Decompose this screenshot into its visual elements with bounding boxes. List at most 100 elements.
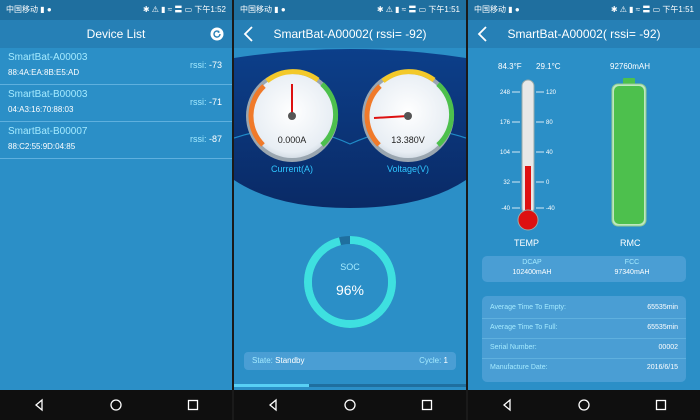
status-right: ✱ ⚠ ▮ ≈ 〓 ▭ 下午1:52: [142, 5, 226, 14]
header: SmartBat-A00002( rssi= -92): [234, 20, 466, 48]
home-nav-icon[interactable]: [577, 398, 591, 412]
dashboard-screen: 中国移动 ▮ ● ✱ ⚠ ▮ ≈ 〓 ▭ 下午1:51 SmartBat-A00…: [234, 0, 466, 420]
info-key: Average Time To Full:: [490, 324, 558, 331]
page-title: SmartBat-A00002( rssi= -92): [273, 27, 427, 41]
state-label: State:: [252, 356, 273, 365]
recents-nav-icon[interactable]: [186, 398, 200, 412]
therm-left-tick: 248: [500, 90, 511, 96]
rssi-label: rssi:: [189, 97, 207, 107]
info-key: Average Time To Empty:: [490, 304, 566, 311]
rssi-value: -71: [208, 97, 222, 107]
status-right: ✱ ⚠ ▮ ≈ 〓 ▭ 下午1:51: [610, 5, 694, 14]
device-mac: 04:A3:16:70:88:03: [8, 105, 74, 114]
page-title: Device List: [86, 27, 146, 41]
status-left: 中国移动 ▮ ●: [6, 5, 52, 14]
back-nav-icon[interactable]: [266, 398, 280, 412]
voltage-value: 13.380V: [391, 135, 425, 145]
current-label: Current(A): [271, 164, 313, 174]
therm-right-tick: 40: [546, 150, 553, 156]
status-left: 中国移动 ▮ ●: [240, 5, 286, 14]
cycle-label: Cycle:: [419, 356, 442, 365]
refresh-icon[interactable]: [210, 27, 224, 41]
back-arrow-icon[interactable]: [242, 25, 256, 43]
nav-bar: [0, 390, 232, 420]
info-list: Average Time To Empty: 65535min Average …: [482, 296, 686, 382]
back-nav-icon[interactable]: [500, 398, 514, 412]
page-title: SmartBat-A00002( rssi= -92): [507, 27, 661, 41]
page-indicator-fill: [234, 384, 309, 387]
rmc-value: 92760mAH: [610, 62, 651, 71]
back-nav-icon[interactable]: [32, 398, 46, 412]
back-arrow-icon[interactable]: [476, 25, 490, 43]
status-left: 中国移动 ▮ ●: [474, 5, 520, 14]
info-row: Serial Number: 00002: [482, 338, 686, 359]
therm-right-tick: 0: [546, 180, 550, 186]
device-rssi: rssi: -71: [190, 97, 222, 107]
rssi-value: -87: [208, 134, 222, 144]
status-right: ✱ ⚠ ▮ ≈ 〓 ▭ 下午1:51: [376, 5, 460, 14]
current-value: 0.000A: [278, 135, 307, 145]
device-name: SmartBat-A00003: [8, 52, 88, 63]
capacity-card: DCAP 102400mAH FCC 97340mAH: [482, 256, 686, 282]
info-row: Average Time To Empty: 65535min: [482, 298, 686, 319]
list-item[interactable]: SmartBat-B00003 04:A3:16:70:88:03 rssi: …: [0, 85, 232, 122]
device-list: SmartBat-A00003 88:4A:EA:8B:E5:AD rssi: …: [0, 48, 232, 159]
recents-nav-icon[interactable]: [654, 398, 668, 412]
info-value: 65535min: [647, 324, 678, 331]
list-item[interactable]: SmartBat-B00007 88:C2:55:9D:04:85 rssi: …: [0, 122, 232, 159]
device-name: SmartBat-B00003: [8, 89, 88, 100]
rmc-label: RMC: [620, 238, 641, 248]
therm-left-tick: -40: [501, 206, 510, 212]
home-nav-icon[interactable]: [343, 398, 357, 412]
header: Device List: [0, 20, 232, 48]
gauge-panel: 0.000A 13.380V Current(A) Voltage(V): [234, 49, 466, 208]
status-bar: 中国移动 ▮ ● ✱ ⚠ ▮ ≈ 〓 ▭ 下午1:51: [468, 0, 700, 20]
status-bar: 中国移动 ▮ ● ✱ ⚠ ▮ ≈ 〓 ▭ 下午1:52: [0, 0, 232, 20]
dcap-label: DCAP: [522, 259, 542, 266]
current-gauge: [246, 69, 339, 162]
screenshot-triptych: 中国移动 ▮ ● ✱ ⚠ ▮ ≈ 〓 ▭ 下午1:52 Device List …: [0, 0, 700, 420]
rssi-label: rssi:: [189, 134, 207, 144]
device-rssi: rssi: -73: [190, 60, 222, 70]
state-bar: State: Standby Cycle: 1: [244, 352, 456, 370]
info-value: 2016/6/15: [646, 364, 678, 371]
device-name: SmartBat-B00007: [8, 126, 88, 137]
therm-right-tick: 80: [546, 120, 553, 126]
temp-celsius: 29.1°C: [536, 62, 561, 71]
voltage-gauge: [362, 69, 455, 162]
info-value: 00002: [658, 344, 678, 351]
home-nav-icon[interactable]: [109, 398, 123, 412]
device-list-screen: 中国移动 ▮ ● ✱ ⚠ ▮ ≈ 〓 ▭ 下午1:52 Device List …: [0, 0, 232, 420]
dcap-value: 102400mAH: [512, 269, 552, 276]
therm-left-tick: 176: [500, 120, 511, 126]
temp-label: TEMP: [514, 238, 540, 248]
info-row: Average Time To Full: 65535min: [482, 318, 686, 339]
therm-right-tick: -40: [546, 206, 555, 212]
battery-fill: [614, 86, 644, 224]
page-indicator: [234, 384, 466, 387]
state-value: Standby: [275, 356, 305, 365]
soc-value: 96%: [335, 282, 365, 298]
nav-bar: [468, 390, 700, 420]
device-rssi: rssi: -87: [190, 134, 222, 144]
list-item[interactable]: SmartBat-A00003 88:4A:EA:8B:E5:AD rssi: …: [0, 48, 232, 85]
battery-gauge: [611, 78, 647, 227]
device-mac: 88:C2:55:9D:04:85: [8, 142, 76, 151]
therm-left-tick: 104: [500, 150, 511, 156]
therm-left-tick: 32: [503, 180, 510, 186]
header: SmartBat-A00002( rssi= -92): [468, 20, 700, 48]
battery-detail-screen: 中国移动 ▮ ● ✱ ⚠ ▮ ≈ 〓 ▭ 下午1:51 SmartBat-A00…: [468, 0, 700, 420]
info-key: Manufacture Date:: [490, 364, 548, 371]
info-row: Manufacture Date: 2016/6/15: [482, 358, 686, 378]
temp-fahrenheit: 84.3°F: [498, 62, 522, 71]
recents-nav-icon[interactable]: [420, 398, 434, 412]
voltage-label: Voltage(V): [387, 164, 429, 174]
thermometer: 248 176 104 32 -40 120 80 40 0 -40: [500, 79, 557, 231]
info-value: 65535min: [647, 304, 678, 311]
therm-right-tick: 120: [546, 90, 557, 96]
fcc-value: 97340mAH: [614, 269, 650, 276]
rssi-value: -73: [208, 60, 222, 70]
device-mac: 88:4A:EA:8B:E5:AD: [8, 68, 80, 77]
status-bar: 中国移动 ▮ ● ✱ ⚠ ▮ ≈ 〓 ▭ 下午1:51: [234, 0, 466, 20]
cycle-value: 1: [443, 356, 448, 365]
